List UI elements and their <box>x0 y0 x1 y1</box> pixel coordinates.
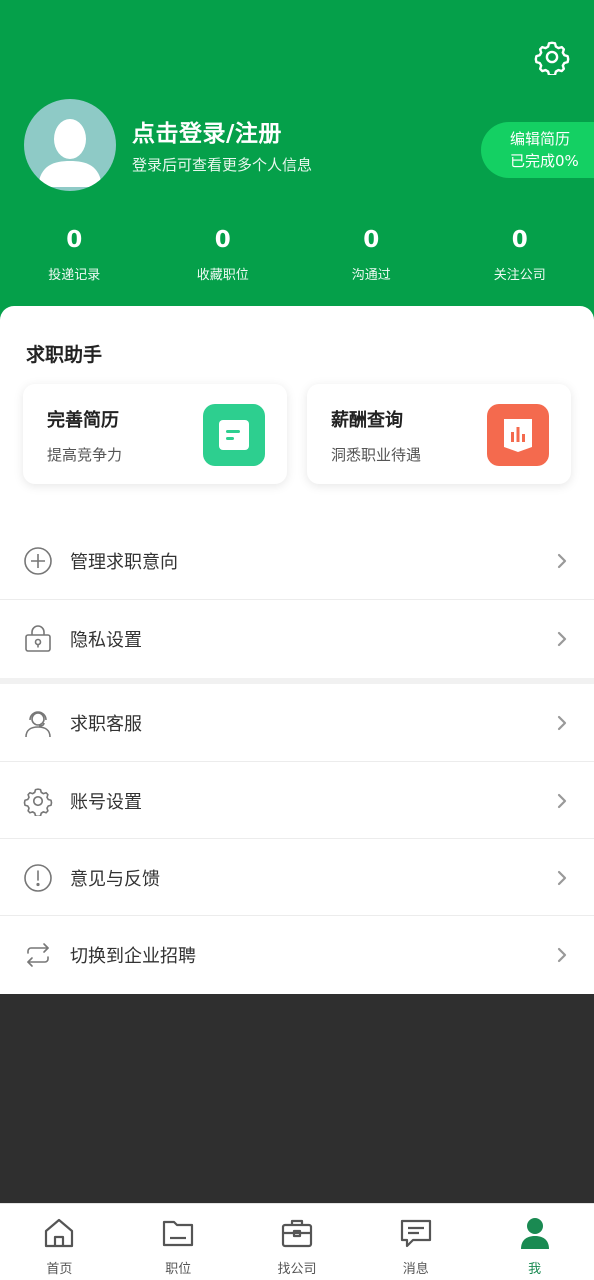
tab-label: 职位 <box>165 1262 192 1277</box>
feedback-row[interactable]: 意见与反馈 <box>0 839 594 917</box>
complete-resume-card[interactable]: 完善简历 提高竞争力 <box>23 384 287 484</box>
stat-label: 收藏职位 <box>196 268 249 283</box>
menu-label: 求职客服 <box>70 714 142 735</box>
bottom-tab-bar: 首页 职位 找公司 消息 我 <box>0 1203 594 1280</box>
default-avatar-icon <box>38 119 102 187</box>
menu-label: 切换到企业招聘 <box>70 946 196 967</box>
exclamation-circle-icon <box>24 864 52 892</box>
folder-icon <box>163 1220 194 1247</box>
stat-communicated[interactable]: 0 沟通过 <box>297 224 446 290</box>
account-settings-row[interactable]: 账号设置 <box>0 762 594 840</box>
edit-resume-label: 编辑简历 <box>510 130 571 148</box>
bar-chart-icon <box>487 404 549 466</box>
stat-value: 0 <box>363 227 380 253</box>
login-hint-text: 登录后可查看更多个人信息 <box>132 156 313 174</box>
headset-icon <box>25 711 51 738</box>
stat-favorites[interactable]: 0 收藏职位 <box>149 224 298 290</box>
login-register-link[interactable]: 点击登录/注册 <box>132 114 282 148</box>
stat-label: 关注公司 <box>493 268 546 283</box>
content-panel: 求职助手 完善简历 提高竞争力 薪酬查询 洞悉职业待遇 管理求职意向 隐私设置 … <box>0 306 594 994</box>
menu-label: 隐私设置 <box>70 630 142 651</box>
salary-query-card[interactable]: 薪酬查询 洞悉职业待遇 <box>307 384 571 484</box>
tab-label: 首页 <box>46 1262 73 1277</box>
privacy-settings-row[interactable]: 隐私设置 <box>0 600 594 678</box>
home-icon <box>45 1218 74 1248</box>
chevron-right-icon <box>557 870 567 886</box>
tab-label: 找公司 <box>277 1262 317 1277</box>
menu-label: 管理求职意向 <box>70 552 178 573</box>
plus-circle-icon <box>24 547 52 575</box>
chevron-right-icon <box>557 631 567 647</box>
chevron-right-icon <box>557 793 567 809</box>
edit-resume-button[interactable]: 编辑简历 已完成0% <box>481 122 594 178</box>
resume-progress-label: 已完成0% <box>510 152 579 170</box>
tab-find-company[interactable]: 找公司 <box>238 1204 357 1280</box>
chevron-right-icon <box>557 715 567 731</box>
stats-row: 0 投递记录 0 收藏职位 0 沟通过 0 关注公司 <box>0 224 594 290</box>
tab-label: 我 <box>528 1262 542 1277</box>
card-title: 薪酬查询 <box>331 410 403 431</box>
stat-value: 0 <box>66 227 83 253</box>
gear-icon <box>534 41 570 75</box>
card-subtitle: 洞悉职业待遇 <box>331 446 422 464</box>
message-icon <box>400 1219 431 1248</box>
tab-messages[interactable]: 消息 <box>356 1204 475 1280</box>
manage-job-intention-row[interactable]: 管理求职意向 <box>0 522 594 600</box>
card-title: 完善简历 <box>47 410 119 431</box>
tab-label: 消息 <box>402 1262 429 1277</box>
stat-label: 投递记录 <box>48 268 101 283</box>
profile-header: 点击登录/注册 登录后可查看更多个人信息 编辑简历 已完成0% 0 投递记录 0… <box>0 0 594 330</box>
document-icon <box>203 404 265 466</box>
stat-label: 沟通过 <box>351 268 391 283</box>
person-icon <box>520 1218 549 1249</box>
gear-icon <box>23 788 53 816</box>
stat-value: 0 <box>511 227 528 253</box>
avatar[interactable] <box>24 99 116 191</box>
job-support-row[interactable]: 求职客服 <box>0 684 594 762</box>
chevron-right-icon <box>557 947 567 963</box>
lock-icon <box>25 625 51 652</box>
section-title: 求职助手 <box>26 344 103 366</box>
card-subtitle: 提高竞争力 <box>47 446 123 464</box>
tab-home[interactable]: 首页 <box>0 1204 119 1280</box>
tab-jobs[interactable]: 职位 <box>119 1204 238 1280</box>
chevron-right-icon <box>557 553 567 569</box>
stat-applications[interactable]: 0 投递记录 <box>0 224 149 290</box>
stat-followed-companies[interactable]: 0 关注公司 <box>446 224 594 290</box>
menu-label: 意见与反馈 <box>70 869 160 890</box>
settings-button[interactable] <box>533 38 571 76</box>
tab-me[interactable]: 我 <box>475 1204 594 1280</box>
swap-icon <box>27 943 49 967</box>
switch-to-employer-row[interactable]: 切换到企业招聘 <box>0 916 594 994</box>
menu-label: 账号设置 <box>70 792 142 813</box>
briefcase-icon <box>281 1219 313 1248</box>
stat-value: 0 <box>214 227 231 253</box>
